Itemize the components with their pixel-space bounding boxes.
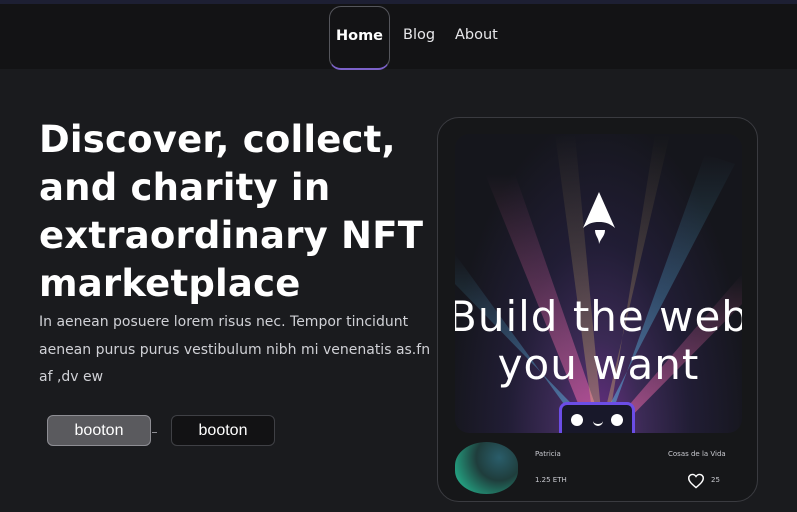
owner-avatar <box>455 442 518 494</box>
nft-artwork: Build the web you want <box>455 134 742 433</box>
secondary-button[interactable]: booton <box>171 415 275 446</box>
robot-left-eye <box>571 414 583 426</box>
robot-right-eye <box>611 414 623 426</box>
button-separator <box>152 432 157 433</box>
nav-blog-link[interactable]: Blog <box>403 6 435 67</box>
artwork-headline-line1: Build the web <box>455 292 742 341</box>
hero-description: In aenean posuere lorem risus nec. Tempo… <box>39 314 431 385</box>
like-count: 25 <box>711 476 720 484</box>
owner-name: Patricia <box>535 450 561 458</box>
heart-icon[interactable] <box>687 473 705 489</box>
robot-mouth <box>593 418 603 426</box>
nav-home-link[interactable]: Home <box>329 6 390 70</box>
artwork-headline-line2: you want <box>497 340 700 389</box>
hero-title: Discover, collect, and charity in extrao… <box>39 118 424 305</box>
robot-mascot-icon <box>559 402 635 433</box>
nft-card[interactable]: Build the web you want Patricia Cosas de… <box>437 117 758 502</box>
astro-logo-icon <box>583 192 615 244</box>
primary-button[interactable]: booton <box>47 415 151 446</box>
collection-name: Cosas de la Vida <box>668 450 726 458</box>
top-navigation: Home Blog About <box>0 4 797 70</box>
nft-price: 1.25 ETH <box>535 476 567 484</box>
nav-about-link[interactable]: About <box>455 6 498 67</box>
